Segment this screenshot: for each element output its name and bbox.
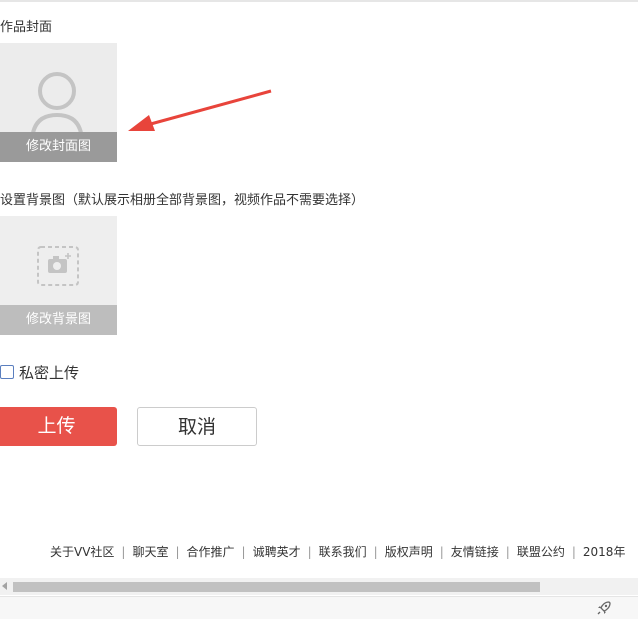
footer-separator: | [121,544,126,559]
change-background-button[interactable]: 修改背景图 [0,305,117,335]
footer-link-friends[interactable]: 友情链接 [451,543,499,560]
private-upload-checkbox[interactable] [0,365,14,379]
footer-link-year[interactable]: 2018年 [583,543,626,560]
footer-link-contact[interactable]: 联系我们 [319,543,367,560]
background-section-label: 设置背景图（默认展示相册全部背景图，视频作品不需要选择） [0,193,365,208]
status-bar [0,596,638,619]
footer-link-copyright[interactable]: 版权声明 [385,543,433,560]
horizontal-scrollbar[interactable] [0,578,638,595]
footer-link-about[interactable]: 关于VV社区 [50,543,114,560]
scroll-left-arrow-icon[interactable] [2,582,7,590]
cover-section-label: 作品封面 [0,20,53,35]
footer-links: 关于VV社区 | 聊天室 | 合作推广 | 诚聘英才 | 联系我们 | 版权声明… [50,543,625,560]
scrollbar-thumb[interactable] [13,582,540,592]
rocket-icon[interactable] [596,600,612,616]
top-divider [0,0,638,2]
background-image-box[interactable]: 修改背景图 [0,216,117,335]
footer-separator: | [571,544,576,559]
footer-link-alliance[interactable]: 联盟公约 [517,543,565,560]
private-upload-label: 私密上传 [19,363,80,382]
footer-link-chatroom[interactable]: 聊天室 [132,543,168,560]
cover-image-box[interactable]: 修改封面图 [0,43,117,162]
change-cover-button[interactable]: 修改封面图 [0,132,117,162]
footer-link-promotion[interactable]: 合作推广 [187,543,235,560]
footer-link-careers[interactable]: 诚聘英才 [253,543,301,560]
upload-button[interactable]: 上传 [0,407,117,446]
footer-separator: | [439,544,444,559]
private-upload-row[interactable]: 私密上传 [0,362,79,382]
red-arrow-icon [128,89,272,131]
footer-separator: | [175,544,180,559]
footer-separator: | [307,544,312,559]
footer-separator: | [373,544,378,559]
footer-separator: | [505,544,510,559]
cancel-button[interactable]: 取消 [137,407,257,446]
footer-separator: | [241,544,246,559]
